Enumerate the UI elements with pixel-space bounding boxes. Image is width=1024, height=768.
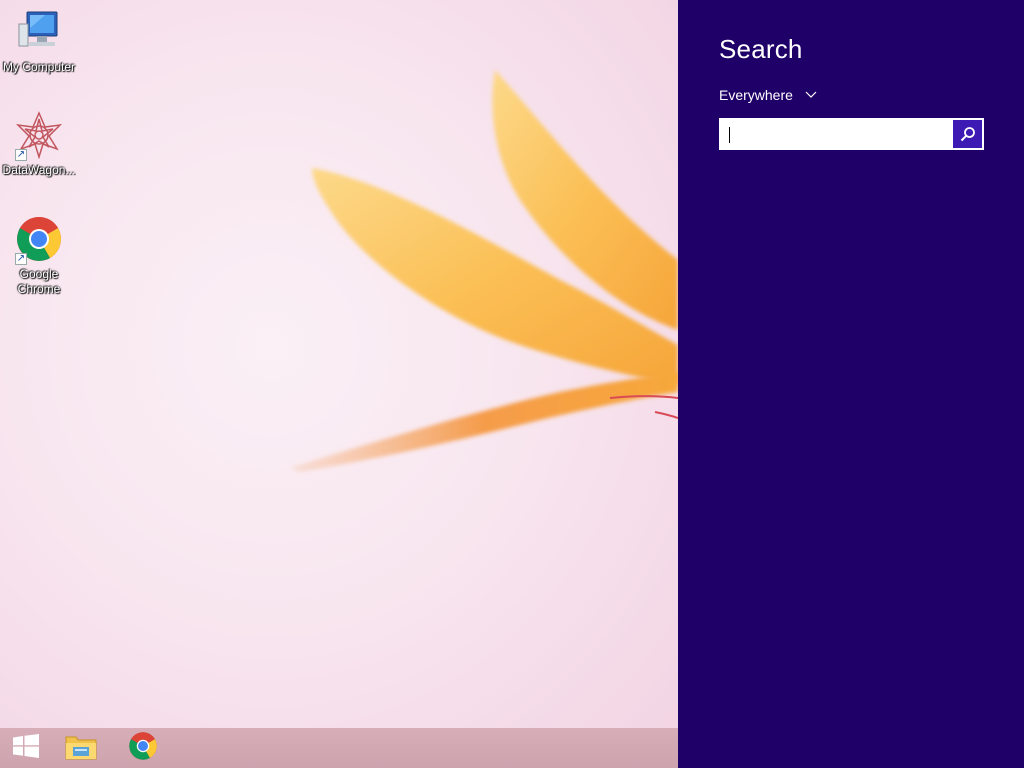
desktop-icon-google-chrome[interactable]: ↗ Google Chrome — [0, 215, 78, 297]
search-submit-button[interactable] — [953, 120, 982, 148]
start-button[interactable] — [0, 728, 52, 768]
search-charm-title: Search — [719, 34, 803, 64]
shortcut-arrow-icon: ↗ — [15, 149, 27, 161]
desktop-icon-my-computer[interactable]: My Computer — [0, 8, 78, 75]
windows-start-icon — [12, 733, 40, 763]
search-box — [719, 118, 984, 150]
chevron-down-icon — [805, 91, 817, 98]
computer-icon — [15, 8, 63, 56]
wallpaper-flower-image — [290, 70, 678, 472]
datawagon-icon: ↗ — [15, 111, 63, 161]
taskbar — [0, 728, 678, 768]
taskbar-file-explorer-button[interactable] — [55, 728, 107, 768]
search-scope-label: Everywhere — [719, 87, 793, 103]
desktop-icon-label: DataWagon... — [2, 163, 76, 177]
chrome-icon — [128, 731, 158, 766]
text-caret — [729, 127, 730, 143]
taskbar-chrome-button[interactable] — [117, 728, 169, 768]
desktop-icon-datawagon[interactable]: ↗ DataWagon... — [0, 111, 78, 178]
search-input[interactable] — [720, 119, 953, 149]
desktop-icon-label: My Computer — [2, 60, 76, 74]
file-explorer-icon — [64, 731, 98, 766]
shortcut-arrow-icon: ↗ — [15, 253, 27, 265]
chrome-icon: ↗ — [15, 215, 63, 265]
search-charm-panel: Search Everywhere — [678, 0, 1024, 768]
magnifier-icon — [960, 127, 975, 142]
search-scope-dropdown[interactable]: Everywhere — [719, 87, 817, 103]
desktop-icon-label: Google Chrome — [17, 267, 61, 296]
desktop[interactable]: My Computer ↗ DataWagon... ↗ Google Chro… — [0, 0, 678, 768]
